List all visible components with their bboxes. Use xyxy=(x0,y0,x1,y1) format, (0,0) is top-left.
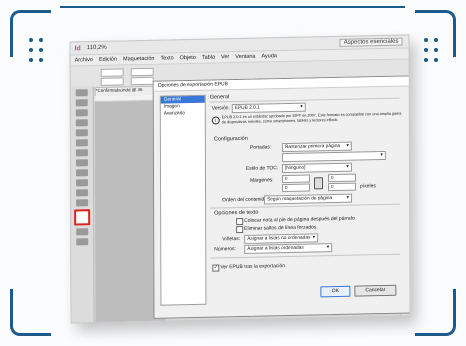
rectangle-tool-icon[interactable] xyxy=(75,159,88,167)
indesign-screenshot: Id 110,2% Aspectos esenciales Archivo Ed… xyxy=(69,34,411,324)
soft-return-label: Eliminar saltos de línea forzados xyxy=(244,224,317,232)
selection-tool-icon[interactable] xyxy=(75,89,88,97)
pen-tool-icon[interactable] xyxy=(75,129,88,137)
footnote-checkbox[interactable] xyxy=(236,217,244,226)
frame-tool-icon[interactable] xyxy=(75,149,88,157)
view-after-label: Ver EPUB tras la exportación xyxy=(220,263,286,271)
margin-bottom-field[interactable]: 0 xyxy=(282,183,311,193)
dots-decoration-left xyxy=(29,38,51,76)
app-logo: Id xyxy=(74,44,81,52)
cover-label: Portadas: xyxy=(249,144,272,151)
version-label: Versión: xyxy=(211,105,230,112)
gradient-tool-icon[interactable] xyxy=(76,179,89,187)
section-general-heading: General xyxy=(209,94,230,101)
margin-top-field[interactable]: 0 xyxy=(281,174,311,184)
zoom-level[interactable]: 110,2% xyxy=(87,45,107,51)
footnote-label: Colocar nota al pie de página después de… xyxy=(244,215,355,224)
cover-file-field[interactable] xyxy=(281,150,386,163)
height-field[interactable] xyxy=(130,76,154,86)
divider xyxy=(210,203,401,209)
view-mode-icon[interactable] xyxy=(76,238,89,246)
menu-ayuda[interactable]: Ayuda xyxy=(261,53,277,59)
soft-return-checkbox[interactable] xyxy=(236,225,244,234)
category-avanzado[interactable]: Avanzado xyxy=(161,110,205,118)
ok-button[interactable]: OK xyxy=(320,285,351,298)
section-text-heading: Opciones de texto xyxy=(214,209,259,217)
view-after-checkbox[interactable]: ✓ xyxy=(212,264,220,272)
frame-top-line xyxy=(60,6,405,8)
version-select[interactable]: EPUB 2.0.1 xyxy=(231,102,306,114)
info-icon: i xyxy=(211,116,220,125)
section-config-heading: Configuración xyxy=(213,135,248,143)
menu-archivo[interactable]: Archivo xyxy=(75,57,93,63)
frame-corner-bottom-left xyxy=(10,289,51,336)
order-select[interactable]: Según maquetación de página xyxy=(264,193,353,205)
margin-right-field[interactable]: 0 xyxy=(328,182,357,192)
menu-objeto[interactable]: Objeto xyxy=(180,55,196,61)
frame-corner-bottom-right xyxy=(415,289,456,336)
x-field[interactable] xyxy=(100,68,124,77)
chain-link-icon[interactable] xyxy=(313,177,324,190)
menu-ventana[interactable]: Ventana xyxy=(235,54,255,60)
width-field[interactable] xyxy=(130,67,154,77)
type-tool-icon[interactable] xyxy=(75,109,88,117)
stroke-swatch-icon[interactable] xyxy=(74,209,91,226)
hand-tool-icon[interactable] xyxy=(76,189,89,197)
dialog-body: General Versión: EPUB 2.0.1 i EPUB 2.0.1… xyxy=(210,91,407,313)
page-tool-icon[interactable] xyxy=(75,99,88,107)
order-label: Orden del contenido: xyxy=(222,196,269,204)
margins-unit: píxeles xyxy=(359,183,376,190)
y-field[interactable] xyxy=(100,77,124,86)
zoom-tool-icon[interactable] xyxy=(76,199,89,207)
pencil-tool-icon[interactable] xyxy=(75,139,88,147)
menu-texto[interactable]: Texto xyxy=(160,55,173,61)
margin-left-field[interactable]: 0 xyxy=(327,173,356,183)
numbers-select[interactable]: Asignar a listas ordenadas xyxy=(244,243,333,254)
margins-label: Márgenes: xyxy=(249,177,274,184)
divider xyxy=(210,253,401,259)
epub-export-dialog: Opciones de exportación EPUB General Ima… xyxy=(152,75,411,319)
cancel-button[interactable]: Cancelar xyxy=(354,284,397,297)
numbers-label: Números: xyxy=(214,246,236,253)
menu-edicion[interactable]: Edición xyxy=(99,57,117,63)
menu-ver[interactable]: Ver xyxy=(221,54,229,60)
version-description: EPUB 2.0.1 es un estándar aprobado por I… xyxy=(221,111,402,125)
dialog-category-list: General Imagen Avanzado xyxy=(159,94,207,306)
scissors-tool-icon[interactable] xyxy=(75,169,89,177)
dots-decoration-right xyxy=(424,38,446,76)
fill-swatch-icon[interactable] xyxy=(76,228,89,236)
bullets-label: Viñetas: xyxy=(222,236,241,243)
menu-maquetacion[interactable]: Maquetación xyxy=(123,56,155,63)
cover-select[interactable]: Rasterizar primera página xyxy=(281,141,352,153)
tools-panel xyxy=(70,86,95,323)
workspace-switcher[interactable]: Aspectos esenciales xyxy=(339,37,403,47)
toc-label: Estilo de TOC: xyxy=(245,165,279,172)
bullets-select[interactable]: Asignar a listas no ordenadas xyxy=(244,233,319,244)
menu-tabla[interactable]: Tabla xyxy=(202,54,215,60)
toc-select[interactable]: [Ninguno] xyxy=(281,162,352,174)
line-tool-icon[interactable] xyxy=(75,119,88,127)
